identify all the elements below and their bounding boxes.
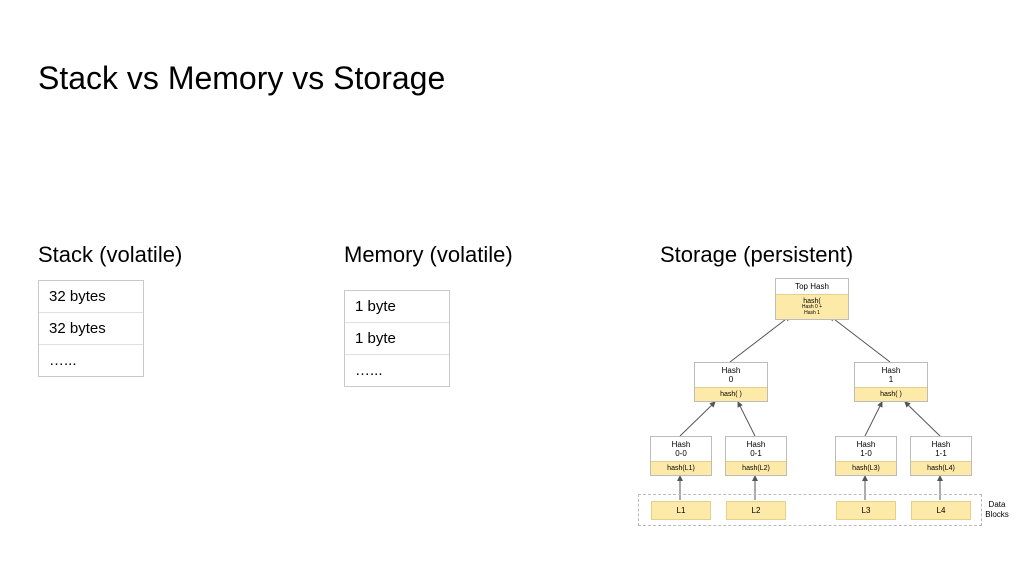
tree-node-hash: hash( ) — [855, 387, 927, 401]
tree-node-l2-3: Hash 1-1 hash(L4) — [910, 436, 972, 476]
data-blocks-label: Data Blocks — [982, 500, 1012, 519]
tree-node-hash: hash(L3) — [836, 461, 896, 475]
stack-row: 32 bytes — [39, 281, 143, 313]
memory-row: …... — [345, 355, 449, 386]
tree-node-l2-2: Hash 1-0 hash(L3) — [835, 436, 897, 476]
tree-node-title: Hash 1 — [855, 363, 927, 387]
tree-node-title: Hash 0-1 — [726, 437, 786, 461]
merkle-tree: Top Hash hash( Hash 0 + Hash 1 Hash 0 ha… — [620, 276, 1000, 546]
tree-node-title: Hash 0-0 — [651, 437, 711, 461]
tree-node-hash: hash(L2) — [726, 461, 786, 475]
tree-node-title: Top Hash — [776, 279, 848, 294]
tree-node-title: Hash 1-1 — [911, 437, 971, 461]
tree-leaf: L1 — [651, 501, 711, 520]
stack-row: 32 bytes — [39, 313, 143, 345]
tree-leaf: L3 — [836, 501, 896, 520]
tree-node-hash: hash( ) — [695, 387, 767, 401]
memory-row: 1 byte — [345, 291, 449, 323]
tree-node-top: Top Hash hash( Hash 0 + Hash 1 — [775, 278, 849, 320]
tree-node-l1-1: Hash 1 hash( ) — [854, 362, 928, 402]
memory-row: 1 byte — [345, 323, 449, 355]
tree-node-l2-0: Hash 0-0 hash(L1) — [650, 436, 712, 476]
tree-node-l2-1: Hash 0-1 hash(L2) — [725, 436, 787, 476]
tree-node-hash: hash(L4) — [911, 461, 971, 475]
tree-node-hash: hash(L1) — [651, 461, 711, 475]
stack-heading: Stack (volatile) — [38, 242, 182, 268]
page-title: Stack vs Memory vs Storage — [38, 60, 445, 97]
stack-row: …... — [39, 345, 143, 376]
storage-heading: Storage (persistent) — [660, 242, 853, 268]
tree-leaf: L2 — [726, 501, 786, 520]
tree-node-title: Hash 0 — [695, 363, 767, 387]
tree-node-title: Hash 1-0 — [836, 437, 896, 461]
tree-node-l1-0: Hash 0 hash( ) — [694, 362, 768, 402]
stack-table: 32 bytes 32 bytes …... — [38, 280, 144, 377]
tree-leaf: L4 — [911, 501, 971, 520]
tree-node-hash: hash( Hash 0 + Hash 1 — [776, 294, 848, 319]
memory-heading: Memory (volatile) — [344, 242, 513, 268]
slide: Stack vs Memory vs Storage Stack (volati… — [0, 0, 1024, 576]
memory-table: 1 byte 1 byte …... — [344, 290, 450, 387]
